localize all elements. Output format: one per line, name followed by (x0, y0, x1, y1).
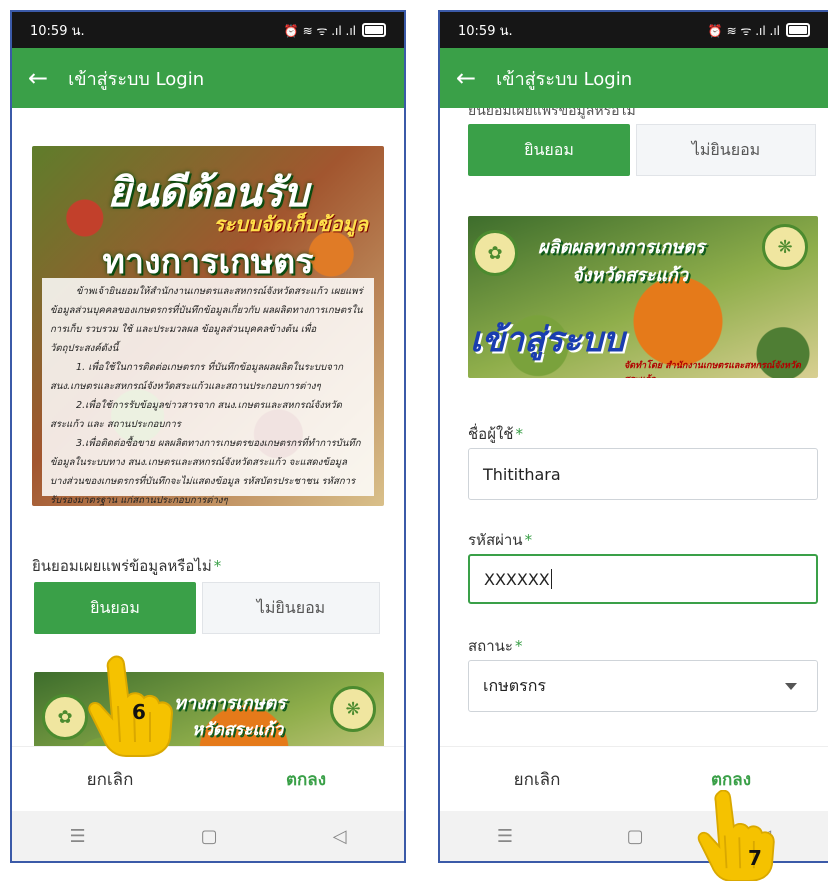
cancel-button[interactable]: ยกเลิก (440, 766, 634, 793)
agree-button[interactable]: ยินยอม (468, 124, 630, 176)
consent-label-cut: ยินยอมเผยแพร่ข้อมูลหรือไม่ (468, 108, 636, 119)
scroll-content[interactable]: ยินดีต้อนรับ ระบบจัดเก็บข้อมูล ทางการเกษ… (12, 108, 404, 759)
cancel-button[interactable]: ยกเลิก (12, 766, 208, 793)
signal-icons: ⏰ ≋ ᯤ .ıl .ıl (283, 23, 356, 38)
required-mark: * (514, 637, 523, 655)
app-bar: ← เข้าสู่ระบบ Login (12, 48, 404, 108)
username-label-text: ชื่อผู้ใช้ (468, 425, 514, 443)
back-icon[interactable]: ◁ (333, 826, 347, 847)
status-icons: ⏰ ≋ ᯤ .ıl .ıl (708, 22, 810, 39)
status-icons: ⏰ ≋ ᯤ .ıl .ıl (284, 22, 386, 39)
terms-paragraph: ข้าพเจ้ายินยอมให้สำนักงานเกษตรและสหกรณ์จ… (50, 286, 363, 354)
banner-credit: จัดทำโดย สำนักงานเกษตรและสหกรณ์จังหวัดสร… (624, 361, 801, 378)
page-title: เข้าสู่ระบบ Login (496, 68, 633, 90)
terms-paragraph: 2.เพื่อใช้การรับข้อมูลข่าวสารจาก สนง.เกษ… (50, 400, 342, 430)
welcome-banner: ยินดีต้อนรับ ระบบจัดเก็บข้อมูล ทางการเกษ… (32, 146, 384, 506)
arrow-left-icon[interactable]: ← (28, 64, 48, 92)
status-label-text: สถานะ (468, 637, 513, 655)
phone-screen-left: 10:59 น. ⏰ ≋ ᯤ .ıl .ıl ← เข้าสู่ระบบ Log… (10, 10, 406, 863)
login-banner-heading: เข้าสู่ระบบ (470, 320, 625, 360)
chevron-down-icon (785, 683, 797, 690)
hand-pointer-icon (697, 790, 775, 881)
text-caret (550, 569, 552, 589)
arrow-left-icon[interactable]: ← (456, 64, 476, 92)
required-mark: * (515, 425, 523, 443)
status-value: เกษตรกร (483, 675, 546, 695)
step-number: 6 (132, 700, 146, 724)
ok-button[interactable]: ตกลง (634, 766, 828, 793)
system-nav-bar: ☰ ▢ ◁ (12, 811, 404, 861)
recent-apps-icon[interactable]: ☰ (497, 826, 513, 847)
scroll-content[interactable]: ยินยอมเผยแพร่ข้อมูลหรือไม่ ยินยอม ไม่ยิน… (440, 108, 828, 759)
banner-subtitle: จังหวัดสระแก้ว (572, 265, 688, 286)
battery-icon (362, 23, 386, 37)
step-number: 7 (748, 846, 762, 870)
status-bar: 10:59 น. ⏰ ≋ ᯤ .ıl .ıl (12, 12, 404, 48)
terms-paragraph: 1. เพื่อใช้ในการติดต่อเกษตรกร ที่บันทึกข… (50, 362, 344, 392)
password-input[interactable]: XXXXXX (468, 554, 818, 604)
terms-paragraph: 3.เพื่อติดต่อซื้อขาย ผลผลิตทางการเกษตรขอ… (50, 438, 361, 506)
recent-apps-icon[interactable]: ☰ (70, 826, 86, 847)
disagree-button[interactable]: ไม่ยินยอม (636, 124, 816, 176)
status-label: สถานะ * (468, 634, 522, 658)
username-label: ชื่อผู้ใช้ * (468, 422, 523, 446)
status-select[interactable]: เกษตรกร (468, 660, 818, 712)
terms-box: ข้าพเจ้ายินยอมให้สำนักงานเกษตรและสหกรณ์จ… (42, 278, 374, 506)
seal-icon: ❋ (762, 224, 808, 270)
seal-icon: ❋ (330, 686, 376, 732)
password-value: XXXXXX (484, 569, 550, 589)
login-banner: ✿ ❋ ผลิตผลทางการเกษตร จังหวัดสระแก้ว เข้… (468, 216, 818, 378)
battery-icon (786, 23, 810, 37)
consent-label: ยินยอมเผยแพร่ข้อมูลหรือไม่ * (32, 554, 221, 578)
disagree-button[interactable]: ไม่ยินยอม (202, 582, 380, 634)
signal-icons: ⏰ ≋ ᯤ .ıl .ıl (707, 23, 780, 38)
password-label: รหัสผ่าน * (468, 528, 532, 552)
home-icon[interactable]: ▢ (201, 826, 218, 847)
status-time: 10:59 น. (458, 23, 513, 39)
banner-title: ผลิตผลทางการเกษตร (538, 237, 705, 258)
username-value: Thitithara (483, 464, 561, 484)
required-mark: * (213, 557, 222, 575)
seal-icon: ✿ (472, 230, 518, 276)
terms-text: ข้าพเจ้ายินยอมให้สำนักงานเกษตรและสหกรณ์จ… (42, 278, 374, 506)
required-mark: * (524, 531, 533, 549)
phone-screen-right: 10:59 น. ⏰ ≋ ᯤ .ıl .ıl ← เข้าสู่ระบบ Log… (438, 10, 828, 863)
status-time: 10:59 น. (30, 23, 85, 39)
ok-button[interactable]: ตกลง (208, 766, 404, 793)
page-title: เข้าสู่ระบบ Login (68, 68, 205, 90)
home-icon[interactable]: ▢ (627, 826, 644, 847)
agree-button[interactable]: ยินยอม (34, 582, 196, 634)
consent-label-text: ยินยอมเผยแพร่ข้อมูลหรือไม่ (32, 557, 212, 575)
app-bar: ← เข้าสู่ระบบ Login (440, 48, 828, 108)
action-bar: ยกเลิก ตกลง (12, 746, 404, 811)
password-label-text: รหัสผ่าน (468, 531, 523, 549)
username-input[interactable]: Thitithara (468, 448, 818, 500)
status-bar: 10:59 น. ⏰ ≋ ᯤ .ıl .ıl (440, 12, 828, 48)
banner-subtitle: หวัดสระแก้ว (192, 720, 284, 740)
